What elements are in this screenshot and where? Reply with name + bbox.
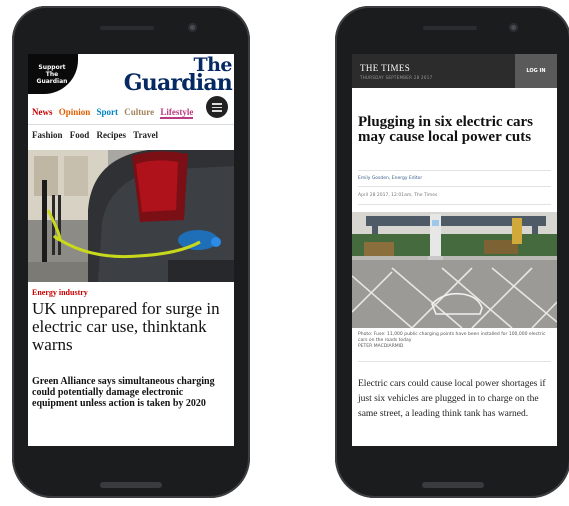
divider: [358, 204, 551, 205]
times-logo[interactable]: THE TIMES: [360, 63, 410, 73]
guardian-header: Support The Guardian The Guardian: [28, 54, 234, 102]
phone-right: THE TIMES THURSDAY SEPTEMBER 28 2017 LOG…: [335, 6, 569, 498]
nav-lifestyle[interactable]: Lifestyle: [160, 107, 194, 119]
subnav-recipes[interactable]: Recipes: [97, 130, 127, 140]
logo-line-2: Guardian: [123, 70, 233, 96]
nav-opinion[interactable]: Opinion: [59, 107, 91, 117]
front-camera-icon: [509, 23, 518, 32]
times-header: THE TIMES THURSDAY SEPTEMBER 28 2017 LOG…: [352, 54, 557, 88]
speaker-grille: [423, 26, 477, 30]
front-camera-icon: [188, 23, 197, 32]
divider: [358, 170, 551, 171]
times-screen: THE TIMES THURSDAY SEPTEMBER 28 2017 LOG…: [352, 54, 557, 446]
nav-news[interactable]: News: [32, 107, 53, 117]
home-button[interactable]: [100, 482, 162, 488]
article-body: Electric cars could cause local power sh…: [358, 379, 546, 419]
home-button[interactable]: [422, 482, 484, 488]
subnav-fashion[interactable]: Fashion: [32, 130, 63, 140]
article-dateline: April 28 2017, 12:01am, The Times: [358, 193, 438, 198]
divider: [28, 124, 234, 125]
nav-culture[interactable]: Culture: [124, 107, 154, 117]
hamburger-menu-icon[interactable]: [206, 96, 228, 118]
article-headline[interactable]: UK unprepared for surge in electric car …: [32, 300, 232, 354]
divider: [358, 186, 551, 187]
guardian-screen: Support The Guardian The Guardian News O…: [28, 54, 234, 446]
photo-caption: Photo: Fuse: 11,000 public charging poin…: [358, 332, 548, 350]
charging-station-photo: [352, 212, 557, 328]
times-date: THURSDAY SEPTEMBER 28 2017: [360, 75, 433, 80]
article-byline[interactable]: Emily Gosden, Energy Editor: [358, 176, 422, 181]
subnav-travel[interactable]: Travel: [133, 130, 158, 140]
phone-left: Support The Guardian The Guardian News O…: [12, 6, 250, 498]
login-button[interactable]: LOG IN: [515, 54, 557, 88]
section-label[interactable]: Energy industry: [32, 288, 88, 297]
caption-text: Photo: Fuse: 11,000 public charging poin…: [358, 332, 546, 343]
caption-credit: PETER MACDIARMID: [358, 344, 404, 349]
article-standfirst: Green Alliance says simultaneous chargin…: [32, 376, 215, 409]
nav-sport[interactable]: Sport: [97, 107, 119, 117]
support-button[interactable]: Support The Guardian: [28, 54, 78, 94]
electric-car-charging-photo: [28, 150, 234, 282]
guardian-sub-nav: Fashion Food Recipes Travel: [32, 130, 163, 140]
speaker-grille: [100, 26, 154, 30]
divider: [358, 361, 551, 362]
guardian-main-nav: News Opinion Sport Culture Lifestyle: [32, 107, 197, 119]
guardian-logo[interactable]: The Guardian: [123, 56, 233, 96]
subnav-food[interactable]: Food: [70, 130, 90, 140]
article-headline: Plugging in six electric cars may cause …: [358, 114, 533, 145]
